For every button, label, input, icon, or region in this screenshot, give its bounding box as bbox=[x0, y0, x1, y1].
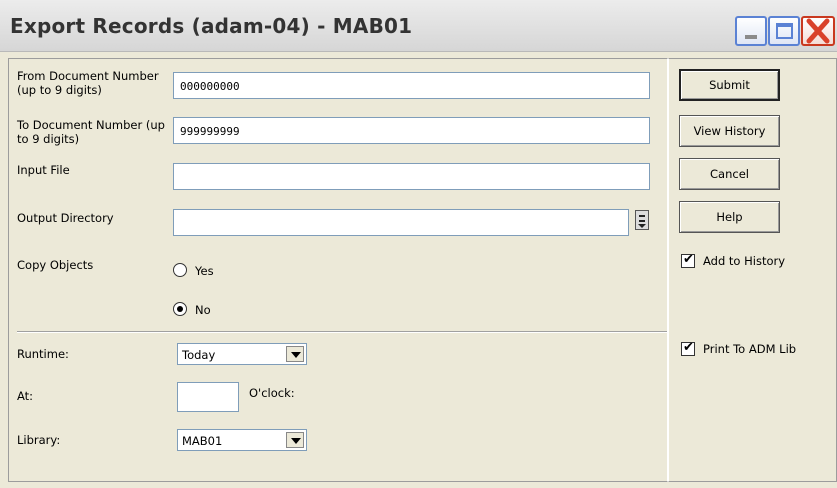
copy-objects-label: Copy Objects bbox=[17, 258, 94, 272]
runtime-label: Runtime: bbox=[17, 347, 69, 361]
from-document-input[interactable]: 000000000 bbox=[173, 72, 650, 99]
view-history-button[interactable]: View History bbox=[679, 115, 780, 147]
library-select[interactable]: MAB01 bbox=[177, 429, 307, 451]
title-bar: Export Records (adam-04) - MAB01 bbox=[0, 0, 837, 52]
copy-objects-no-label: No bbox=[195, 303, 211, 317]
at-hour-input[interactable] bbox=[177, 382, 239, 412]
from-document-label: From Document Number (up to 9 digits) bbox=[17, 69, 159, 97]
add-to-history-label: Add to History bbox=[703, 254, 786, 268]
copy-objects-no-radio[interactable] bbox=[173, 302, 187, 316]
maximize-button[interactable] bbox=[768, 16, 800, 46]
dropdown-arrow-icon[interactable] bbox=[286, 432, 304, 448]
minimize-icon bbox=[745, 35, 757, 39]
help-button[interactable]: Help bbox=[679, 201, 780, 233]
oclock-label: O'clock: bbox=[249, 386, 295, 400]
input-file-input[interactable] bbox=[173, 163, 650, 190]
checkmark-icon: ✔ bbox=[683, 340, 694, 355]
at-label: At: bbox=[17, 389, 34, 403]
add-to-history-checkbox[interactable]: ✔ bbox=[681, 252, 695, 268]
close-icon bbox=[806, 18, 830, 44]
export-records-window: Export Records (adam-04) - MAB01 From Do… bbox=[0, 0, 837, 488]
form-panel: From Document Number (up to 9 digits) 00… bbox=[8, 58, 668, 482]
runtime-select[interactable]: Today bbox=[177, 343, 307, 365]
input-file-label: Input File bbox=[17, 163, 70, 177]
output-directory-label: Output Directory bbox=[17, 211, 114, 225]
window-title: Export Records (adam-04) - MAB01 bbox=[10, 14, 413, 38]
checkmark-icon: ✔ bbox=[683, 252, 694, 267]
copy-objects-yes-radio[interactable] bbox=[173, 263, 187, 277]
dropdown-arrow-icon[interactable] bbox=[286, 346, 304, 362]
output-directory-input[interactable] bbox=[173, 209, 629, 236]
section-divider bbox=[17, 331, 667, 333]
maximize-icon bbox=[776, 23, 793, 39]
action-panel: Submit View History Cancel Help ✔ Add to… bbox=[668, 58, 837, 482]
cancel-button[interactable]: Cancel bbox=[679, 158, 780, 190]
submit-button[interactable]: Submit bbox=[679, 69, 780, 101]
runtime-select-value: Today bbox=[182, 348, 216, 362]
copy-objects-yes-label: Yes bbox=[195, 264, 214, 278]
print-to-adm-checkbox[interactable]: ✔ bbox=[681, 340, 695, 356]
folder-picker-icon[interactable] bbox=[635, 210, 649, 230]
print-to-adm-label: Print To ADM Lib bbox=[703, 342, 797, 356]
library-label: Library: bbox=[17, 433, 61, 447]
to-document-label: To Document Number (up to 9 digits) bbox=[17, 118, 165, 146]
minimize-button[interactable] bbox=[735, 16, 767, 46]
close-button[interactable] bbox=[801, 16, 835, 46]
to-document-input[interactable]: 999999999 bbox=[173, 117, 650, 144]
library-select-value: MAB01 bbox=[182, 434, 223, 448]
